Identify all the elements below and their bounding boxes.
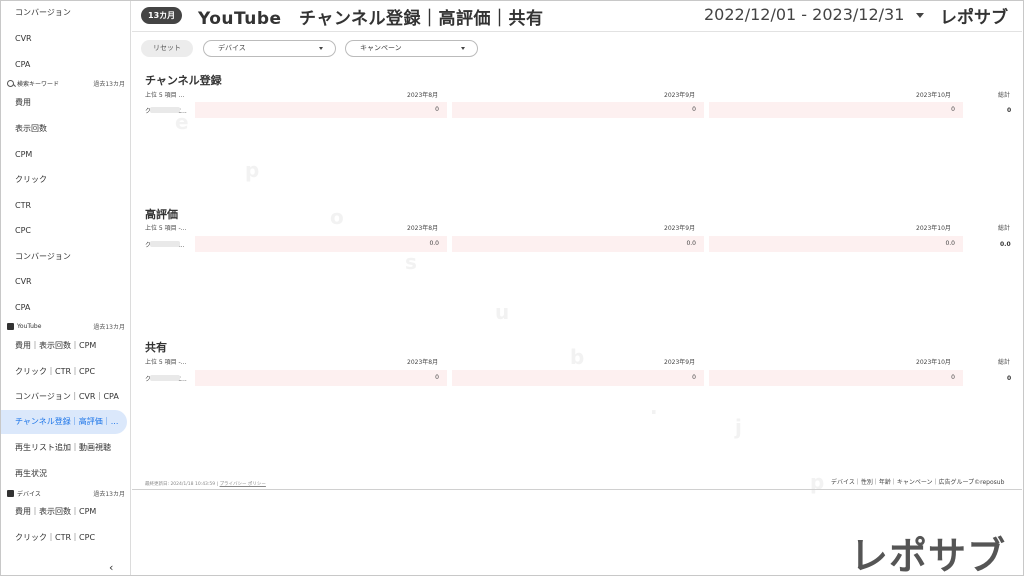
privacy-policy-link[interactable]: プライバシー ポリシー xyxy=(220,482,266,487)
sidebar-section-youtube: YouTube 過去13カ月 xyxy=(7,320,125,332)
column-header: 2023年8月 xyxy=(407,92,439,99)
sidebar-section-period: 過去13カ月 xyxy=(93,490,125,498)
campaign-filter-label: キャンペーン xyxy=(360,44,402,52)
header-divider xyxy=(132,31,1022,32)
last-updated: 最終更新日: 2024/1/18 10:43:59 xyxy=(145,482,216,487)
footer-divider xyxy=(132,489,1022,490)
row-total: 0.0 xyxy=(1000,241,1011,248)
watermark-letter: u xyxy=(495,300,510,324)
table-cell: 0 xyxy=(709,102,963,118)
device-icon xyxy=(7,489,14,497)
period-badge: 13カ月 xyxy=(141,7,183,24)
table-cell: 0 xyxy=(452,102,704,118)
watermark-logo: レポサブ xyxy=(850,534,1007,576)
sidebar-section-period: 過去13カ月 xyxy=(93,80,125,88)
table-cell: 0.0 xyxy=(452,236,704,252)
table-cell: 0.0 xyxy=(709,236,963,252)
column-header: 2023年9月 xyxy=(664,359,696,366)
sidebar-item-yt-conversion[interactable]: コンバージョン｜CVR｜CPA xyxy=(1,385,127,409)
footer-links[interactable]: デバイス｜性別｜年齢｜キャンペーン｜広告グループ©reposub xyxy=(831,477,1004,486)
watermark-letter: . xyxy=(650,395,658,419)
row-header: 上位 5 項目 -... xyxy=(145,225,187,232)
page-title: YouTube チャンネル登録｜高評価｜共有 xyxy=(198,9,544,29)
sidebar-item-click[interactable]: クリック xyxy=(1,168,127,192)
watermark-letter: o xyxy=(330,205,344,229)
watermark-letter: p xyxy=(245,158,260,182)
sidebar-section-period: 過去13カ月 xyxy=(93,323,125,331)
total-header: 総計 xyxy=(998,359,1011,366)
sidebar-item-ctr[interactable]: CTR xyxy=(1,194,127,218)
footer-meta: 最終更新日: 2024/1/18 10:43:59 | プライバシー ポリシー xyxy=(145,482,266,487)
sidebar-item-cpa-2[interactable]: CPA xyxy=(1,296,127,320)
table-cell: 0 xyxy=(195,102,447,118)
sidebar-item-yt-click[interactable]: クリック｜CTR｜CPC xyxy=(1,360,127,384)
redacted-mask xyxy=(150,107,180,113)
device-filter-dropdown[interactable]: デバイス xyxy=(203,40,336,57)
sidebar-item-cost[interactable]: 費用 xyxy=(1,91,127,115)
sidebar-item-cpm[interactable]: CPM xyxy=(1,143,127,167)
search-icon xyxy=(7,79,14,87)
chevron-down-icon xyxy=(319,47,323,50)
column-header: 2023年8月 xyxy=(407,225,439,232)
watermark-letter: p xyxy=(810,470,825,494)
sidebar-item-cpc[interactable]: CPC xyxy=(1,219,127,243)
column-header: 2023年9月 xyxy=(664,225,696,232)
watermark-letter: j xyxy=(735,415,742,439)
sidebar-item-impressions[interactable]: 表示回数 xyxy=(1,117,127,141)
youtube-icon xyxy=(7,322,14,330)
section-title: チャンネル登録 xyxy=(145,74,222,87)
column-header: 2023年10月 xyxy=(916,225,951,232)
campaign-filter-dropdown[interactable]: キャンペーン xyxy=(345,40,478,57)
chevron-down-icon xyxy=(461,47,465,50)
section-title: 高評価 xyxy=(145,208,178,221)
sidebar: コンバージョン CVR CPA 検索キーワード 過去13カ月 費用 表示回数 C… xyxy=(1,1,131,575)
row-header: 上位 5 項目 -... xyxy=(145,359,187,366)
column-header: 2023年8月 xyxy=(407,359,439,366)
total-header: 総計 xyxy=(998,92,1011,99)
sidebar-section-title: デバイス xyxy=(17,490,41,498)
row-total: 0 xyxy=(1007,375,1012,382)
sidebar-item-cpa[interactable]: CPA xyxy=(1,53,127,77)
row-total: 0 xyxy=(1007,107,1012,114)
column-header: 2023年9月 xyxy=(664,92,696,99)
sidebar-item-conversion[interactable]: コンバージョン xyxy=(1,1,127,25)
sidebar-item-yt-cost[interactable]: 費用｜表示回数｜CPM xyxy=(1,334,127,358)
table-cell: 0 xyxy=(195,370,447,386)
table-cell: 0 xyxy=(709,370,963,386)
column-header: 2023年10月 xyxy=(916,359,951,366)
table-cell: 0 xyxy=(452,370,704,386)
sidebar-item-device-cost[interactable]: 費用｜表示回数｜CPM xyxy=(1,500,127,524)
sidebar-item-yt-subscribe[interactable]: チャンネル登録｜高評価｜... xyxy=(1,410,127,434)
table-cell: 0.0 xyxy=(195,236,447,252)
sidebar-section-title: 検索キーワード xyxy=(17,80,60,88)
sidebar-section-device: デバイス 過去13カ月 xyxy=(7,487,125,499)
chevron-down-icon[interactable] xyxy=(916,13,924,18)
collapse-sidebar-icon[interactable]: ‹ xyxy=(109,561,113,574)
reset-button[interactable]: リセット xyxy=(141,40,193,57)
sidebar-section-search: 検索キーワード 過去13カ月 xyxy=(7,77,125,89)
row-header: 上位 5 項目 ... xyxy=(145,92,185,99)
redacted-mask xyxy=(150,375,180,381)
brand-logo: レポサブ xyxy=(940,8,1008,28)
column-header: 2023年10月 xyxy=(916,92,951,99)
date-range-selector[interactable]: 2022/12/01 - 2023/12/31 xyxy=(704,5,904,24)
sidebar-item-conversion-2[interactable]: コンバージョン xyxy=(1,245,127,269)
device-filter-label: デバイス xyxy=(218,44,246,52)
section-title: 共有 xyxy=(145,341,167,354)
sidebar-item-yt-playback[interactable]: 再生状況 xyxy=(1,462,127,486)
watermark-letter: s xyxy=(405,250,417,274)
total-header: 総計 xyxy=(998,225,1011,232)
sidebar-item-device-click[interactable]: クリック｜CTR｜CPC xyxy=(1,526,127,550)
sidebar-item-cvr[interactable]: CVR xyxy=(1,27,127,51)
sidebar-item-yt-playlist[interactable]: 再生リスト追加｜動画視聴 xyxy=(1,436,127,460)
redacted-mask xyxy=(150,241,180,247)
sidebar-item-cvr-2[interactable]: CVR xyxy=(1,270,127,294)
watermark-letter: b xyxy=(570,345,585,369)
page-header: 13カ月 YouTube チャンネル登録｜高評価｜共有 2022/12/01 -… xyxy=(132,1,1022,31)
sidebar-section-title: YouTube xyxy=(17,322,42,330)
